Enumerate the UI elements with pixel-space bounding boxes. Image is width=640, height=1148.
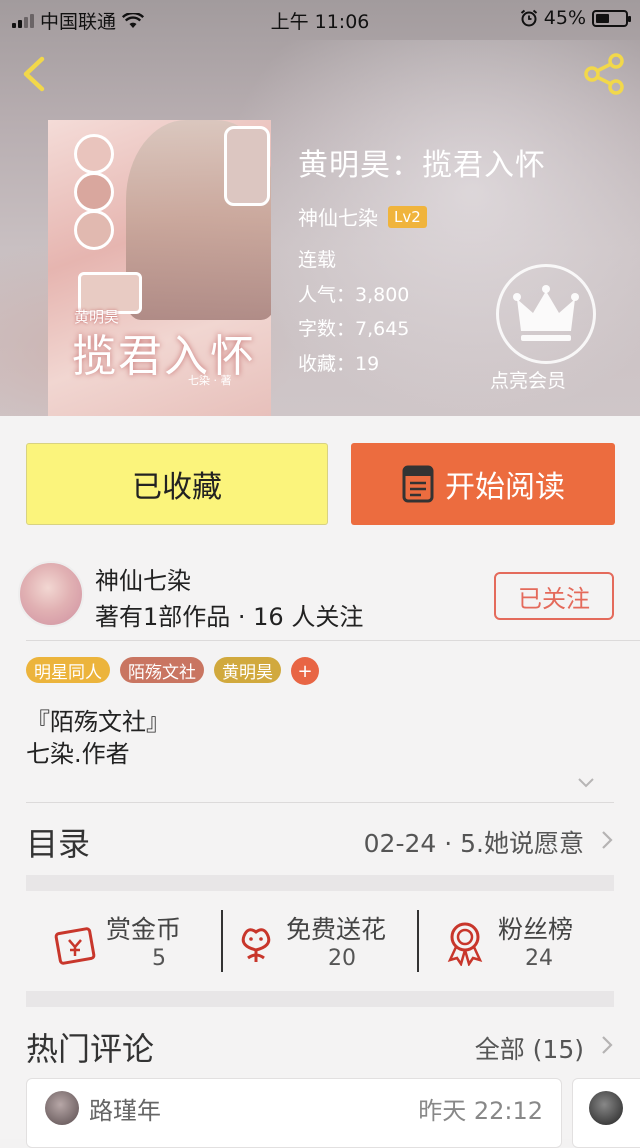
start-reading-button[interactable]: 开始阅读: [351, 443, 615, 525]
crown-icon: [513, 285, 579, 341]
vip-button[interactable]: [496, 264, 596, 364]
author-avatar[interactable]: [18, 561, 84, 627]
cover-author: 七染 · 著: [188, 374, 232, 387]
free-flower-label: 免费送花: [286, 915, 387, 944]
reward-coins-button[interactable]: 赏金币 5: [52, 910, 222, 980]
tag[interactable]: 黄明昊: [214, 657, 281, 683]
follow-button[interactable]: 已关注: [494, 572, 614, 620]
free-flower-button[interactable]: 免费送花 20: [236, 910, 416, 980]
all-comments-link[interactable]: 全部 (15): [475, 1030, 584, 1066]
chevron-down-icon[interactable]: [576, 776, 596, 790]
tag[interactable]: 陌殇文社: [120, 657, 204, 683]
section-separator: [26, 875, 614, 891]
author-level-badge: Lv2: [388, 205, 427, 228]
follow-label: 已关注: [518, 584, 590, 613]
author-name[interactable]: 神仙七染: [95, 561, 191, 596]
start-reading-label: 开始阅读: [445, 470, 565, 505]
book-cover[interactable]: 黄明昊 揽君入怀 七染 · 著: [48, 120, 271, 416]
book-author[interactable]: 神仙七染: [298, 202, 378, 231]
reward-coins-label: 赏金币: [106, 915, 182, 944]
cover-face: [74, 134, 114, 174]
book-icon: [402, 465, 434, 503]
hot-comments-label: 热门评论: [26, 1030, 155, 1068]
share-icon[interactable]: [580, 52, 628, 96]
description-line: 『陌殇文社』: [26, 708, 170, 736]
vip-label[interactable]: 点亮会员: [490, 366, 566, 393]
latest-chapter: 02-24 · 5.她说愿意: [363, 829, 584, 858]
divider: [26, 640, 640, 641]
comment-card[interactable]: 路瑾年 昨天 22:12: [26, 1078, 562, 1148]
commenter-avatar[interactable]: [45, 1091, 79, 1125]
reward-coins-count: 5: [152, 946, 166, 971]
commenter-name[interactable]: 路瑾年: [89, 1091, 161, 1126]
battery-icon: [592, 9, 631, 27]
table-of-contents-row[interactable]: 目录 02-24 · 5.她说愿意: [26, 815, 614, 865]
book-description: 『陌殇文社』 七染.作者: [26, 706, 170, 770]
section-separator: [26, 991, 614, 1007]
tag-list: 明星同人 陌殇文社 黄明昊 +: [26, 657, 319, 685]
tag[interactable]: 明星同人: [26, 657, 110, 683]
chevron-right-icon: [602, 831, 613, 849]
toc-label: 目录: [26, 825, 91, 863]
favorited-button[interactable]: 已收藏: [26, 443, 328, 525]
commenter-avatar[interactable]: [589, 1091, 623, 1125]
comment-card[interactable]: [572, 1078, 640, 1148]
cover-face: [224, 126, 270, 206]
status-bar: 中国联通 上午 11:06 45%: [0, 0, 640, 36]
divider: [221, 910, 223, 972]
author-stats: 著有1部作品 · 16 人关注: [95, 603, 364, 631]
chevron-right-icon: [602, 1036, 613, 1054]
add-tag-button[interactable]: +: [291, 657, 319, 685]
divider: [26, 802, 614, 803]
favorited-label: 已收藏: [132, 470, 222, 505]
hot-comments-header[interactable]: 热门评论 全部 (15): [26, 1022, 614, 1072]
fan-ranking-label: 粉丝榜: [498, 915, 574, 944]
author-card[interactable]: 神仙七染 著有1部作品 · 16 人关注 已关注: [0, 555, 640, 639]
battery-percent: 45%: [543, 7, 586, 29]
fan-ranking-count: 24: [525, 946, 553, 971]
alarm-icon: [520, 9, 537, 27]
book-title: 黄明昊：揽君入怀: [298, 148, 546, 183]
back-icon[interactable]: [16, 52, 56, 96]
cover-face: [74, 210, 114, 250]
comment-time: 昨天 22:12: [418, 1097, 543, 1125]
fan-ranking-button[interactable]: 粉丝榜 24: [444, 910, 594, 980]
divider: [417, 910, 419, 972]
cover-face: [74, 172, 114, 212]
free-flower-count: 20: [328, 946, 356, 971]
description-line: 七染.作者: [26, 740, 130, 768]
support-actions: 赏金币 5 免费送花 20 粉丝榜 24: [26, 892, 614, 992]
